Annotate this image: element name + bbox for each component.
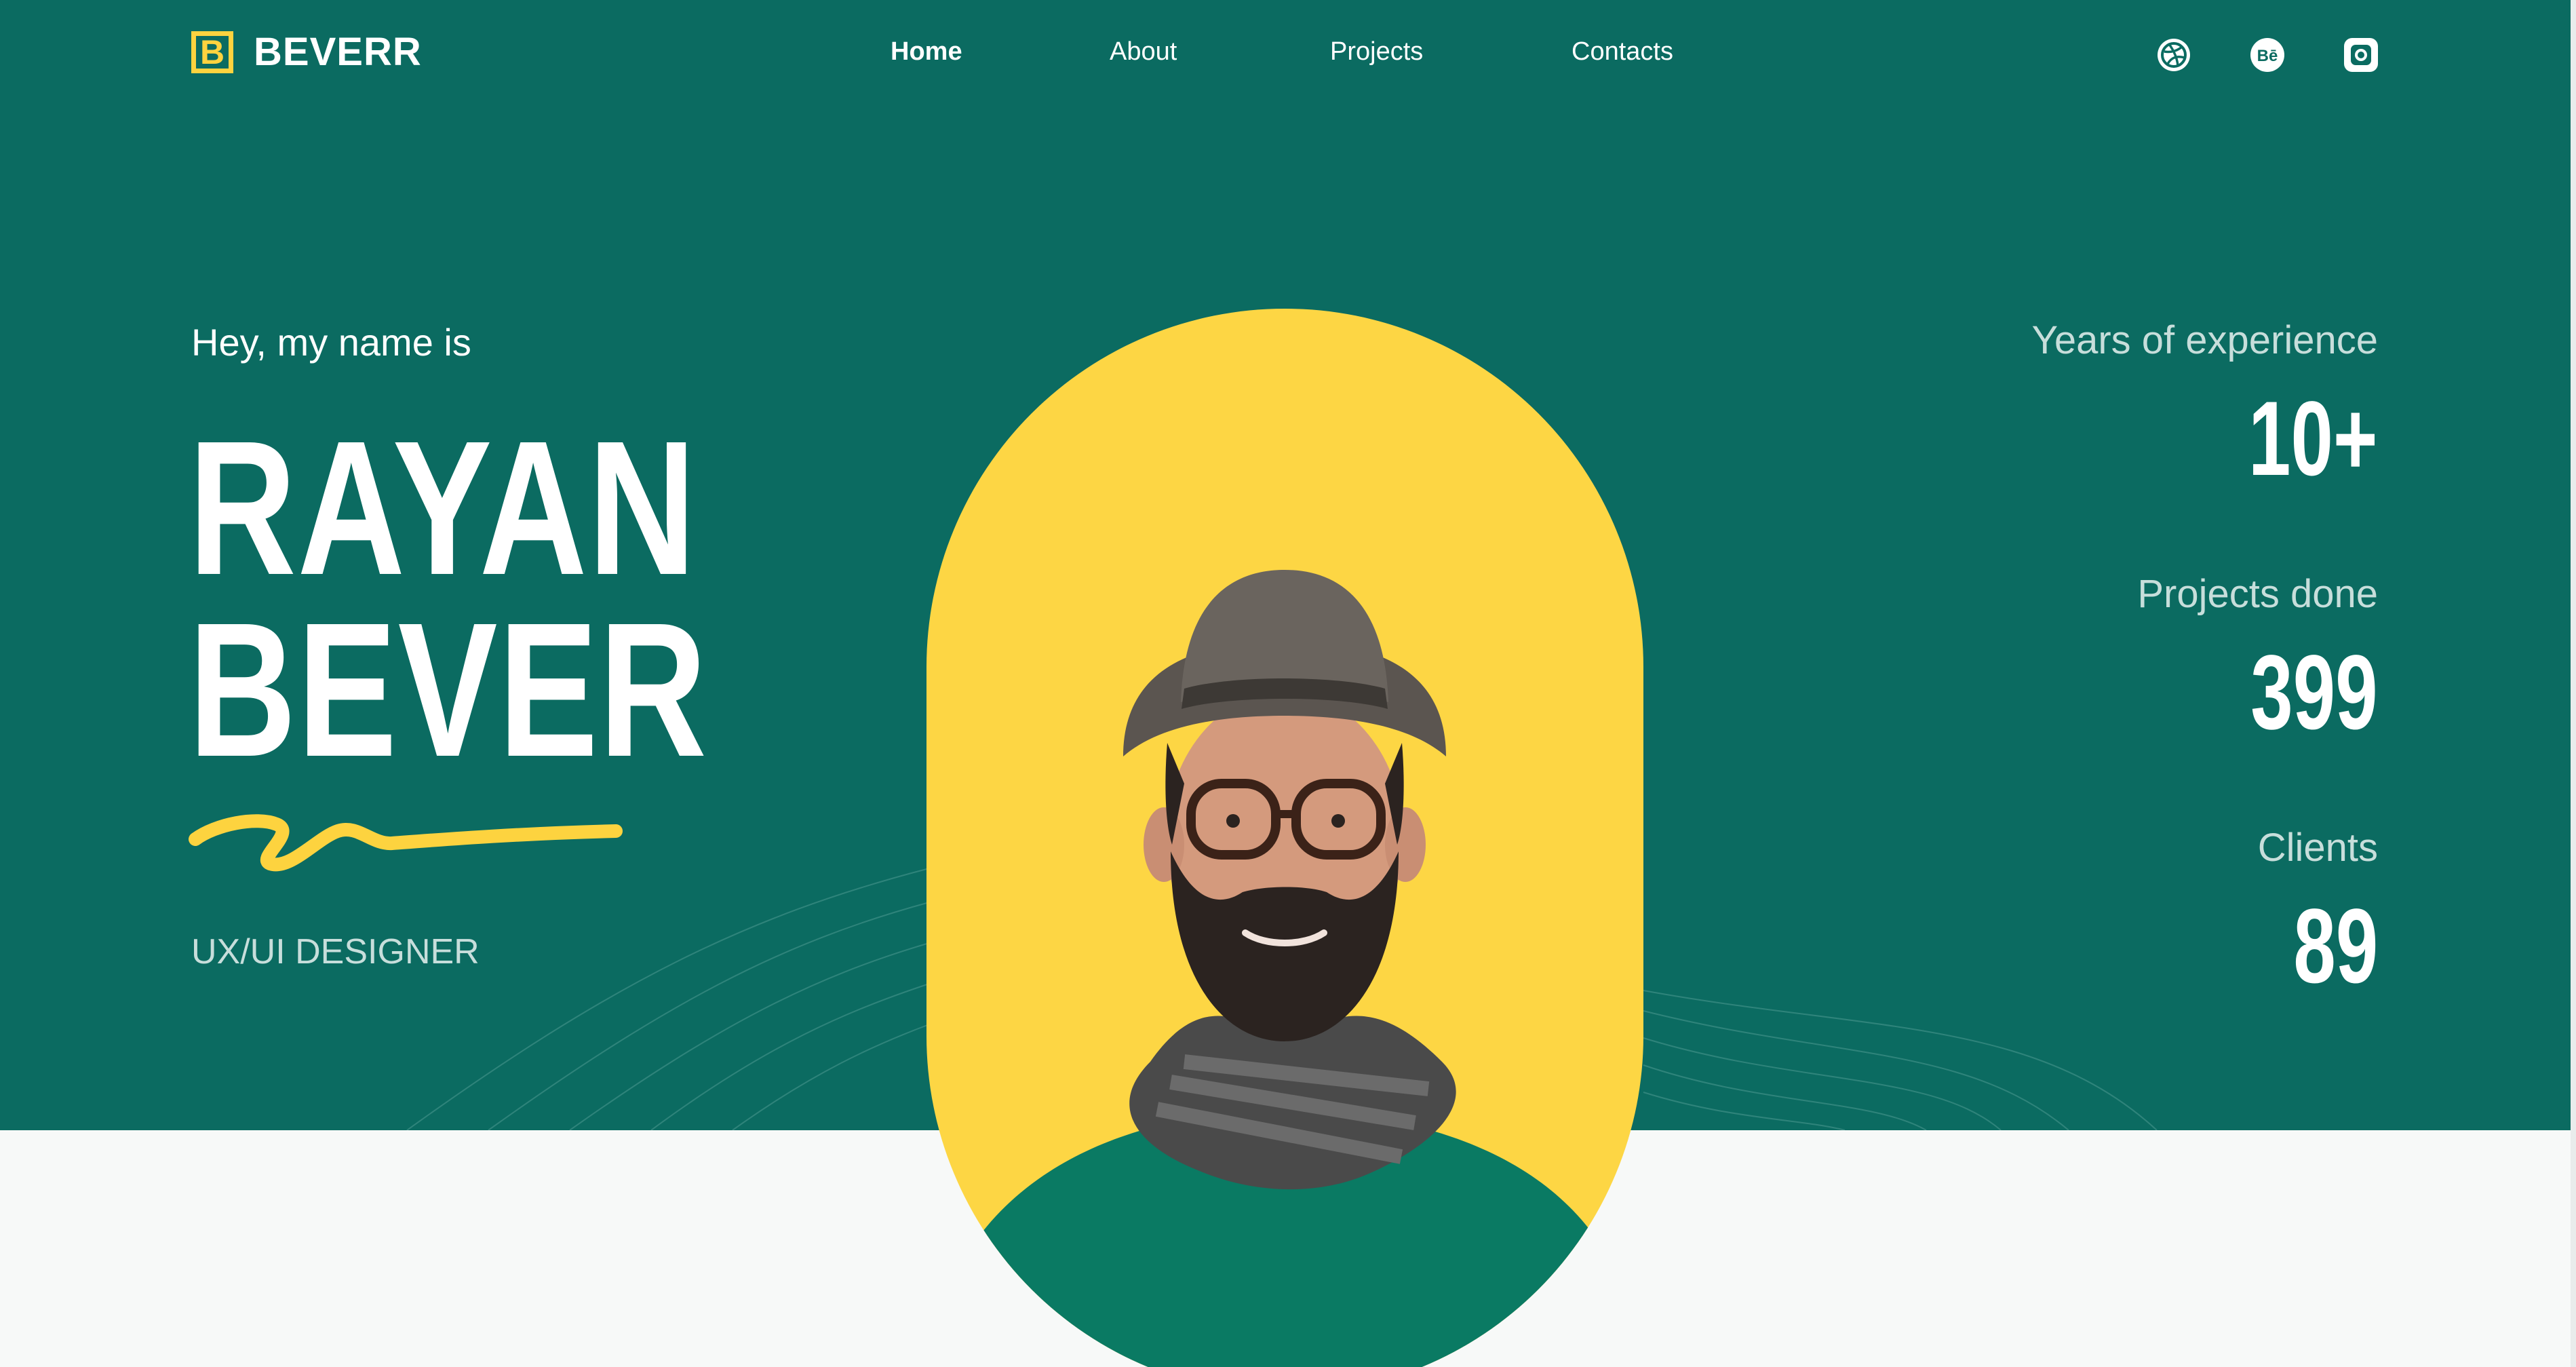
stat-experience: Years of experience 10+	[2031, 317, 2378, 492]
profile-photo	[926, 309, 1643, 1367]
brand-logo[interactable]: B BEVERR	[191, 29, 422, 75]
stat-label: Projects done	[2137, 572, 2378, 616]
first-name-heading: RAYAN	[189, 401, 697, 615]
role-title: UX/UI DESIGNER	[191, 932, 480, 971]
portrait-illustration	[926, 570, 1643, 1367]
stat-label: Clients	[2257, 826, 2378, 870]
stat-value: 89	[2293, 887, 2378, 1005]
social-links: Bē	[2155, 37, 2379, 73]
nav-home[interactable]: Home	[891, 37, 962, 66]
dribbble-icon[interactable]	[2155, 37, 2192, 73]
stat-label: Years of experience	[2031, 318, 2378, 362]
greeting-text: Hey, my name is	[191, 321, 471, 364]
behance-icon[interactable]: Bē	[2249, 37, 2286, 73]
stat-clients: Clients 89	[2258, 825, 2378, 999]
nav-contacts[interactable]: Contacts	[1572, 37, 1673, 66]
last-name-heading: BEVER	[189, 583, 708, 796]
scrollbar-track[interactable]	[2571, 0, 2576, 1367]
brand-name: BEVERR	[254, 30, 422, 74]
stat-value: 10+	[2248, 380, 2378, 498]
svg-text:Bē: Bē	[2257, 47, 2278, 65]
nav-projects[interactable]: Projects	[1330, 37, 1423, 66]
stat-projects: Projects done 399	[2137, 571, 2378, 746]
nav-about[interactable]: About	[1110, 37, 1177, 66]
stat-value: 399	[2250, 634, 2378, 752]
yellow-squiggle-decoration	[189, 814, 623, 872]
landing-page: B BEVERR Home About Projects Contacts Bē	[0, 0, 2576, 1367]
instagram-icon[interactable]	[2343, 37, 2379, 73]
logo-mark: B	[191, 31, 233, 73]
